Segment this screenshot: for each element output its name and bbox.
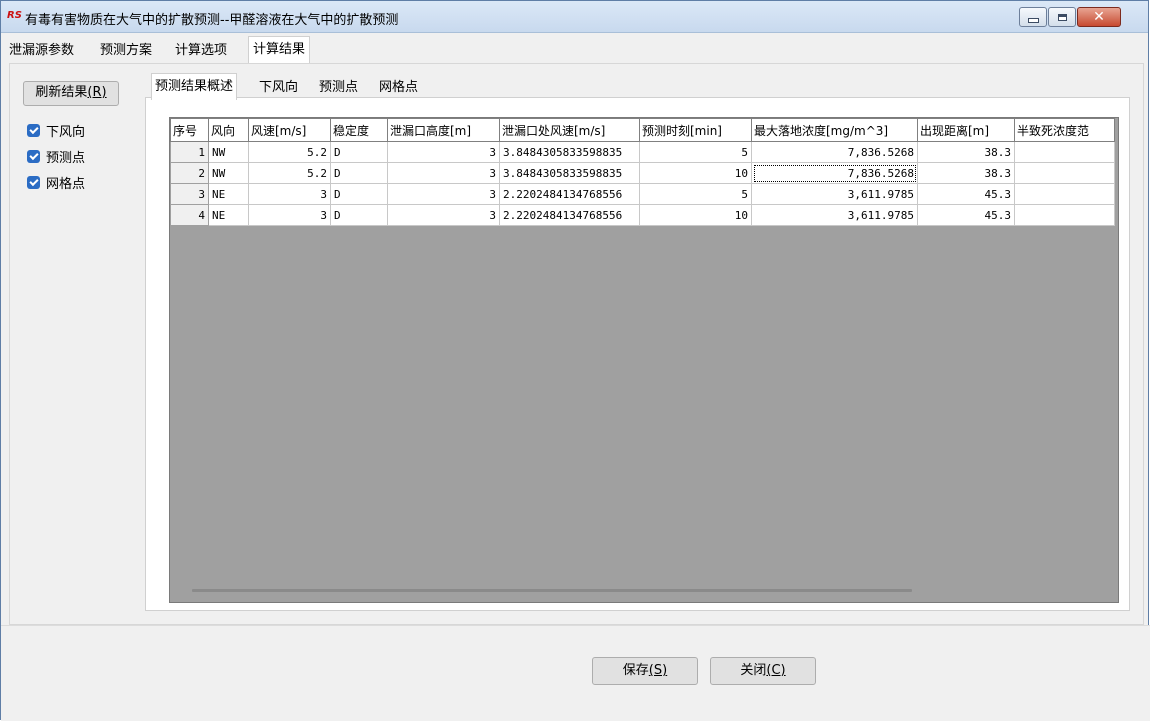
results-table: 序号 风向 风速[m/s] 稳定度 泄漏口高度[m] 泄漏口处风速[m/s] 预测时刻[mi…: [170, 118, 1115, 226]
tab-calc-options[interactable]: 计算选项: [175, 39, 227, 63]
table-cell[interactable]: D: [330, 204, 388, 226]
row-index-cell[interactable]: 4: [170, 204, 209, 226]
table-cell[interactable]: 5: [639, 141, 752, 163]
refresh-results-button[interactable]: 刷新结果(R): [23, 81, 119, 106]
tab-prediction-scheme[interactable]: 预测方案: [100, 39, 152, 63]
tab-leak-source-params[interactable]: 泄漏源参数: [9, 39, 74, 63]
table-row[interactable]: 1 NW 5.2 D 3 3.8484305833598835 5 7,836.5268 38.…: [170, 141, 1115, 163]
table-row[interactable]: 4 NE 3 D 3 2.2202484134768556 10 3,611.9785 45.3: [170, 204, 1115, 226]
horizontal-scrollbar[interactable]: [192, 589, 912, 592]
table-cell[interactable]: 7,836.5268: [751, 162, 918, 184]
table-cell[interactable]: [1014, 183, 1115, 205]
column-header[interactable]: 序号: [170, 118, 209, 142]
close-button[interactable]: 关闭(C): [710, 657, 816, 685]
table-cell[interactable]: 7,836.5268: [751, 141, 918, 163]
row-index-cell[interactable]: 2: [170, 162, 209, 184]
table-cell[interactable]: 45.3: [917, 183, 1015, 205]
close-icon: ✕: [1093, 9, 1105, 25]
checkbox-grid-points-label: 网格点: [46, 176, 86, 192]
column-header[interactable]: 预测时刻[min]: [639, 118, 752, 142]
table-header-row: 序号 风向 风速[m/s] 稳定度 泄漏口高度[m] 泄漏口处风速[m/s] 预测时刻[mi…: [170, 118, 1115, 142]
column-header[interactable]: 风速[m/s]: [248, 118, 331, 142]
table-cell[interactable]: 3: [248, 183, 331, 205]
window-title: 有毒有害物质在大气中的扩散预测--甲醛溶液在大气中的扩散预测: [25, 13, 399, 28]
results-grid[interactable]: 序号 风向 风速[m/s] 稳定度 泄漏口高度[m] 泄漏口处风速[m/s] 预测时刻[mi…: [169, 117, 1119, 603]
table-cell[interactable]: 2.2202484134768556: [499, 204, 640, 226]
table-cell[interactable]: 3,611.9785: [751, 204, 918, 226]
table-cell[interactable]: 3: [387, 204, 500, 226]
table-row[interactable]: 2 NW 5.2 D 3 3.8484305833598835 10 7,836.5268 38…: [170, 162, 1115, 184]
table-cell[interactable]: 38.3: [917, 141, 1015, 163]
refresh-hotkey: (R): [87, 85, 107, 100]
table-cell[interactable]: 10: [639, 162, 752, 184]
checkbox-prediction-points-label: 预测点: [46, 150, 86, 166]
column-header[interactable]: 泄漏口高度[m]: [387, 118, 500, 142]
column-header[interactable]: 出现距离[m]: [917, 118, 1015, 142]
tab-calc-results[interactable]: 计算结果: [248, 36, 311, 63]
table-cell[interactable]: D: [330, 183, 388, 205]
checkbox-downwind[interactable]: 下风向: [27, 121, 86, 140]
table-cell[interactable]: [1014, 204, 1115, 226]
app-icon: RS: [7, 10, 22, 21]
save-label: 保存: [622, 663, 649, 678]
column-header[interactable]: 泄漏口处风速[m/s]: [499, 118, 640, 142]
close-label: 关闭: [740, 663, 767, 678]
table-cell[interactable]: 3: [248, 204, 331, 226]
main-window: RS 有毒有害物质在大气中的扩散预测--甲醛溶液在大气中的扩散预测 ✕ 泄漏源参…: [0, 0, 1150, 721]
table-cell[interactable]: 5: [639, 183, 752, 205]
table-cell[interactable]: 5.2: [248, 162, 331, 184]
column-header[interactable]: 最大落地浓度[mg/m^3]: [751, 118, 918, 142]
column-header[interactable]: 稳定度: [330, 118, 388, 142]
maximize-icon: [1057, 13, 1067, 21]
checkbox-checked-icon[interactable]: [27, 123, 40, 137]
row-index-cell[interactable]: 3: [170, 183, 209, 205]
table-cell[interactable]: NE: [208, 183, 249, 205]
checkbox-grid-points[interactable]: 网格点: [27, 173, 86, 192]
table-cell[interactable]: 3.8484305833598835: [499, 141, 640, 163]
column-header[interactable]: 半致死浓度范: [1014, 118, 1115, 142]
table-cell[interactable]: 38.3: [917, 162, 1015, 184]
checkbox-checked-icon[interactable]: [27, 175, 40, 189]
subtab-downwind[interactable]: 下风向: [259, 77, 298, 99]
maximize-button[interactable]: [1048, 7, 1076, 27]
save-button[interactable]: 保存(S): [592, 657, 698, 685]
table-cell[interactable]: 10: [639, 204, 752, 226]
column-header[interactable]: 风向: [208, 118, 249, 142]
table-cell[interactable]: 3,611.9785: [751, 183, 918, 205]
table-cell[interactable]: 3.8484305833598835: [499, 162, 640, 184]
table-cell[interactable]: 3: [387, 183, 500, 205]
table-cell[interactable]: [1014, 162, 1115, 184]
dialog-footer: [1, 625, 1150, 721]
table-row[interactable]: 3 NE 3 D 3 2.2202484134768556 5 3,611.9785 45.3: [170, 183, 1115, 205]
table-cell[interactable]: 3: [387, 141, 500, 163]
save-hotkey: (S): [648, 663, 668, 678]
row-index-cell[interactable]: 1: [170, 141, 209, 163]
minimize-button[interactable]: [1019, 7, 1047, 27]
subtab-grid-points[interactable]: 网格点: [379, 77, 418, 99]
table-cell[interactable]: NW: [208, 162, 249, 184]
table-cell[interactable]: 45.3: [917, 204, 1015, 226]
close-window-button[interactable]: ✕: [1077, 7, 1121, 27]
refresh-results-label: 刷新结果: [35, 85, 88, 100]
close-hotkey: (C): [766, 663, 786, 678]
table-cell[interactable]: D: [330, 162, 388, 184]
checkbox-downwind-label: 下风向: [46, 124, 86, 140]
table-cell[interactable]: NE: [208, 204, 249, 226]
table-cell[interactable]: NW: [208, 141, 249, 163]
title-bar[interactable]: RS 有毒有害物质在大气中的扩散预测--甲醛溶液在大气中的扩散预测 ✕: [1, 1, 1148, 33]
checkbox-checked-icon[interactable]: [27, 149, 40, 163]
table-cell[interactable]: D: [330, 141, 388, 163]
table-cell[interactable]: 5.2: [248, 141, 331, 163]
table-cell[interactable]: 2.2202484134768556: [499, 183, 640, 205]
table-cell[interactable]: [1014, 141, 1115, 163]
table-cell[interactable]: 3: [387, 162, 500, 184]
checkbox-prediction-points[interactable]: 预测点: [27, 147, 86, 166]
subtab-results-overview[interactable]: 预测结果概述: [151, 73, 238, 100]
subtab-prediction-points[interactable]: 预测点: [319, 77, 358, 99]
minimize-icon: [1027, 17, 1039, 23]
